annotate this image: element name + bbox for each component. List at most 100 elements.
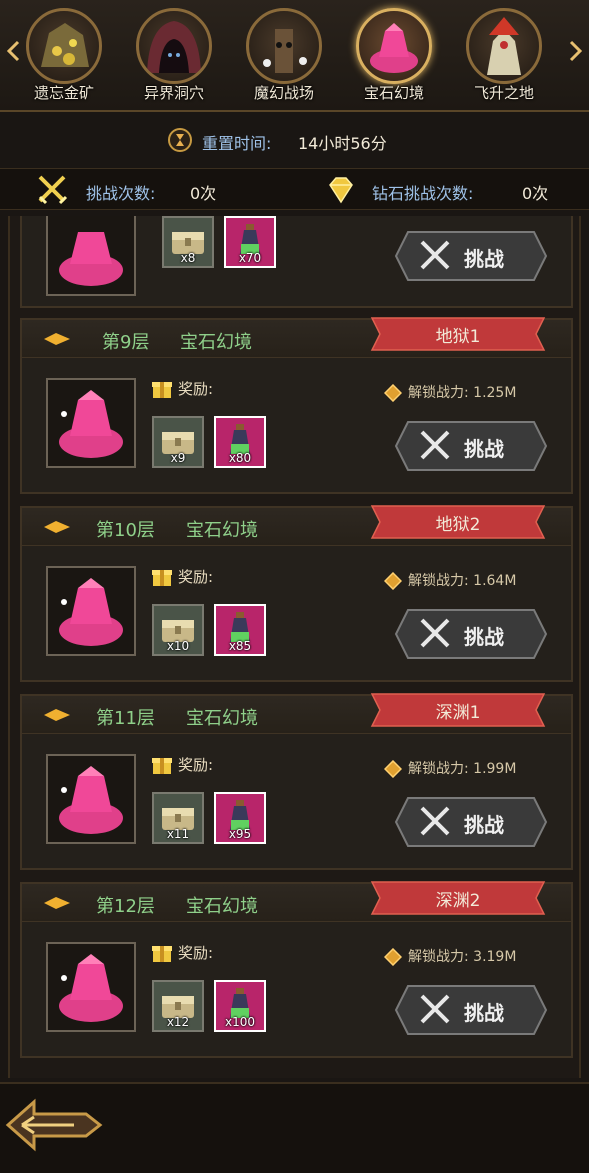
challenge-button-label: 挑战 bbox=[464, 625, 504, 649]
reset-time-row: 重置时间: 14小时56分 bbox=[0, 118, 589, 162]
difficulty-label: 地狱1 bbox=[435, 327, 481, 347]
gift-icon bbox=[152, 758, 172, 774]
challenge-button[interactable]: 挑战 bbox=[394, 984, 548, 1036]
floor-card: 第11层 宝石幻境 深渊1 奖励: 解锁战力: 1.99M x11 x95 挑战 bbox=[20, 693, 573, 870]
floor-card-partial: x8 x70 挑战 bbox=[20, 216, 573, 308]
difficulty-label: 深渊2 bbox=[435, 891, 481, 911]
reward-potion[interactable]: x80 bbox=[214, 416, 266, 468]
challenge-button-label: 挑战 bbox=[464, 813, 504, 837]
crossed-swords-icon bbox=[420, 430, 450, 460]
challenge-button[interactable]: 挑战 bbox=[394, 420, 548, 472]
challenge-count-value: 0次 bbox=[190, 184, 217, 203]
power-diamond-icon bbox=[384, 948, 402, 966]
reward-label: 奖励: bbox=[178, 380, 214, 398]
gold-ore-icon bbox=[26, 8, 102, 84]
reward-potion[interactable]: x70 bbox=[224, 216, 276, 268]
challenge-button-label: 挑战 bbox=[464, 247, 504, 271]
realm-name: 宝石幻境 bbox=[186, 708, 258, 729]
tab-magic-battlefield[interactable]: 魔幻战场 bbox=[232, 6, 336, 106]
crossed-swords-icon bbox=[420, 806, 450, 836]
gold-arrow-icon bbox=[44, 709, 70, 721]
gift-icon bbox=[152, 570, 172, 586]
hourglass-icon bbox=[168, 128, 192, 152]
reward-potion[interactable]: x95 bbox=[214, 792, 266, 844]
realm-name: 宝石幻境 bbox=[180, 332, 252, 353]
difficulty-ribbon: 地狱2 bbox=[368, 502, 548, 542]
difficulty-label: 深渊1 bbox=[435, 703, 481, 723]
challenge-counts-bar: 挑战次数: 0次 钻石挑战次数: 0次 bbox=[0, 168, 589, 210]
unlock-power: 解锁战力: 1.64M bbox=[408, 573, 517, 589]
gem-crystal-portrait bbox=[46, 942, 136, 1032]
reward-quantity: x12 bbox=[166, 1015, 190, 1029]
reward-quantity: x8 bbox=[180, 251, 196, 265]
bottom-bar bbox=[0, 1082, 589, 1173]
gift-icon bbox=[152, 382, 172, 398]
gold-arrow-icon bbox=[44, 897, 70, 909]
gem-crystal-portrait bbox=[46, 378, 136, 468]
floor-number: 第10层 bbox=[96, 520, 155, 541]
challenge-button-label: 挑战 bbox=[464, 437, 504, 461]
tab-label: 宝石幻境 bbox=[363, 84, 424, 102]
back-button[interactable] bbox=[4, 1092, 104, 1158]
crossed-swords-icon bbox=[420, 618, 450, 648]
realm-name: 宝石幻境 bbox=[186, 896, 258, 917]
gem-crystal-portrait bbox=[46, 216, 136, 296]
reward-quantity: x95 bbox=[228, 827, 252, 841]
power-diamond-icon bbox=[384, 384, 402, 402]
reward-quantity: x70 bbox=[238, 251, 262, 265]
unlock-power: 解锁战力: 3.19M bbox=[408, 949, 517, 965]
difficulty-ribbon: 地狱1 bbox=[368, 314, 548, 354]
tab-label: 遗忘金矿 bbox=[33, 84, 94, 102]
floor-list[interactable]: x8 x70 挑战 第9层 宝石幻境 地狱1 奖励: 解锁战力: 1.25M x… bbox=[8, 216, 581, 1078]
reset-time-label: 重置时间: bbox=[202, 134, 272, 153]
reward-potion[interactable]: x100 bbox=[214, 980, 266, 1032]
gift-icon bbox=[152, 946, 172, 962]
back-arrow-icon bbox=[5, 1098, 103, 1152]
haunted-tree-icon bbox=[246, 8, 322, 84]
power-diamond-icon bbox=[384, 572, 402, 590]
reward-chest[interactable]: x11 bbox=[152, 792, 204, 844]
crossed-swords-icon bbox=[420, 240, 450, 270]
reward-quantity: x80 bbox=[228, 451, 252, 465]
power-diamond-icon bbox=[384, 760, 402, 778]
tab-ascension-land[interactable]: 飞升之地 bbox=[452, 6, 556, 106]
gold-arrow-icon bbox=[44, 521, 70, 533]
challenge-button[interactable]: 挑战 bbox=[394, 796, 548, 848]
reward-chest[interactable]: x8 bbox=[162, 216, 214, 268]
reward-chest[interactable]: x10 bbox=[152, 604, 204, 656]
reward-quantity: x11 bbox=[166, 827, 190, 841]
diamond-icon bbox=[329, 177, 353, 204]
reward-quantity: x85 bbox=[228, 639, 252, 653]
difficulty-ribbon: 深渊2 bbox=[368, 878, 548, 918]
diamond-challenge-count-value: 0次 bbox=[522, 184, 549, 203]
floor-number: 第9层 bbox=[102, 332, 150, 353]
scroll-right-arrow-icon[interactable] bbox=[569, 40, 583, 62]
unlock-power: 解锁战力: 1.99M bbox=[408, 761, 517, 777]
gem-crystal-portrait bbox=[46, 754, 136, 844]
reward-chest[interactable]: x12 bbox=[152, 980, 204, 1032]
challenge-button-label: 挑战 bbox=[464, 1001, 504, 1025]
crossed-swords-icon bbox=[38, 175, 68, 205]
gem-icon bbox=[356, 8, 432, 84]
reward-quantity: x9 bbox=[170, 451, 186, 465]
challenge-button[interactable]: 挑战 bbox=[394, 608, 548, 660]
tab-label: 飞升之地 bbox=[473, 84, 534, 102]
realm-tab-bar: 遗忘金矿 异界洞穴 魔幻战场 宝石幻境 飞升之地 bbox=[0, 0, 589, 112]
floor-card: 第9层 宝石幻境 地狱1 奖励: 解锁战力: 1.25M x9 x80 挑战 bbox=[20, 317, 573, 494]
tab-otherworld-cave[interactable]: 异界洞穴 bbox=[122, 6, 226, 106]
difficulty-ribbon: 深渊1 bbox=[368, 690, 548, 730]
tab-gem-realm[interactable]: 宝石幻境 bbox=[342, 6, 446, 106]
tab-forgotten-gold-mine[interactable]: 遗忘金矿 bbox=[12, 6, 116, 106]
reward-chest[interactable]: x9 bbox=[152, 416, 204, 468]
reward-label: 奖励: bbox=[178, 944, 214, 962]
floor-card: 第12层 宝石幻境 深渊2 奖励: 解锁战力: 3.19M x12 x100 挑… bbox=[20, 881, 573, 1058]
reward-potion[interactable]: x85 bbox=[214, 604, 266, 656]
reset-time-value: 14小时56分 bbox=[298, 134, 387, 153]
difficulty-label: 地狱2 bbox=[435, 515, 481, 535]
floor-number: 第12层 bbox=[96, 896, 155, 917]
reward-label: 奖励: bbox=[178, 568, 214, 586]
reward-label: 奖励: bbox=[178, 756, 214, 774]
challenge-button[interactable]: 挑战 bbox=[394, 230, 548, 282]
tab-label: 异界洞穴 bbox=[143, 84, 204, 102]
tab-label: 魔幻战场 bbox=[253, 84, 314, 102]
